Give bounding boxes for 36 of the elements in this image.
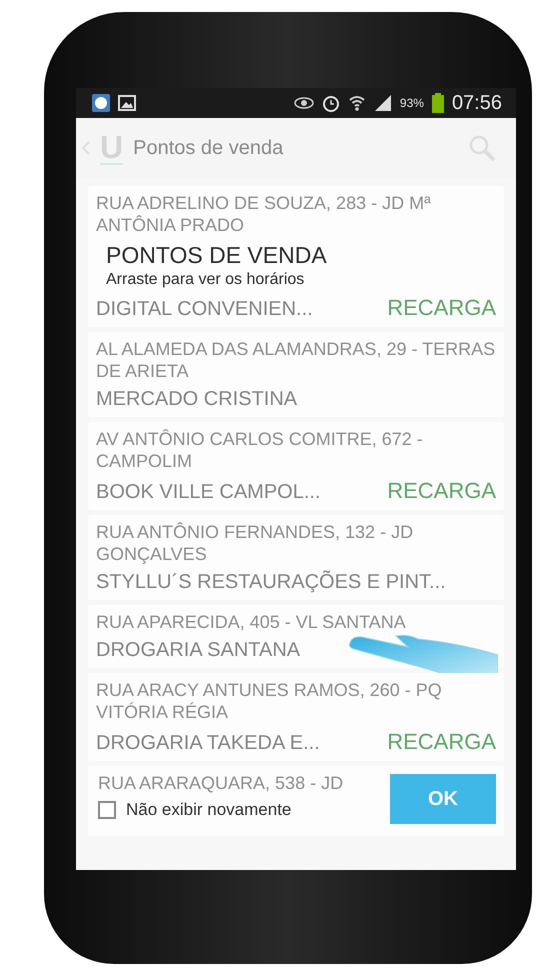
store-name: MERCADO CRISTINA xyxy=(96,388,298,411)
store-card[interactable]: AV ANTÔNIO CARLOS COMITRE, 672 - CAMPOLIM BOOK VILLE CAMPOL... RECARGA xyxy=(88,422,504,510)
coach-title: PONTOS DE VENDA xyxy=(106,242,328,269)
ok-button[interactable]: OK xyxy=(390,774,496,824)
battery-percent: 93% xyxy=(400,96,424,110)
battery-icon xyxy=(432,93,444,113)
store-name: DIGITAL CONVENIEN... xyxy=(96,298,313,321)
recharge-label: RECARGA xyxy=(387,478,496,504)
screen-title: Pontos de venda xyxy=(133,136,284,160)
coach-subtitle: Arraste para ver os horários xyxy=(106,271,306,289)
store-name: STYLLU´S RESTAURAÇÕES E PINT... xyxy=(96,571,446,594)
recharge-label: RECARGA xyxy=(387,295,496,321)
store-card[interactable]: AL ALAMEDA DAS ALAMANDRAS, 29 - TERRAS DE ARIETA MERCADO CRISTINA xyxy=(88,332,504,417)
clock-time: 07:56 xyxy=(452,92,502,114)
eye-icon xyxy=(294,97,314,109)
store-address: RUA ARACY ANTUNES RAMOS, 260 - PQ VITÓRIA RÉGIA xyxy=(96,679,443,723)
app-notification-icon xyxy=(92,94,110,112)
signal-icon xyxy=(374,95,392,111)
recharge-label: RECARGA xyxy=(387,729,496,755)
store-address: AL ALAMEDA DAS ALAMANDRAS, 29 - TERRAS DE ARIETA xyxy=(96,338,496,382)
store-address: RUA ANTÔNIO FERNANDES, 132 - JD GONÇALVES xyxy=(96,521,414,565)
image-icon xyxy=(118,95,136,111)
store-address: AV ANTÔNIO CARLOS COMITRE, 672 - CAMPOLIM xyxy=(96,428,424,472)
store-name: BOOK VILLE CAMPOL... xyxy=(96,481,321,504)
store-card[interactable]: RUA ARACY ANTUNES RAMOS, 260 - PQ VITÓRIA RÉGIA DROGARIA TAKEDA E... RECARGA xyxy=(88,673,504,761)
store-card[interactable]: RUA ANTÔNIO FERNANDES, 132 - JD GONÇALVES STYLLU´S RESTAURAÇÕES E PINT... xyxy=(88,515,504,600)
store-address: RUA ADRELINO DE SOUZA, 283 - JD Mª ANTÔNIA PRADO xyxy=(96,192,432,236)
store-address: RUA ARARAQUARA, 538 - JD xyxy=(98,772,344,794)
store-address: RUA APARECIDA, 405 - VL SANTANA xyxy=(96,611,407,633)
store-name: DROGARIA SANTANA xyxy=(96,639,300,662)
alarm-clock-icon xyxy=(322,94,340,112)
store-card[interactable]: RUA ADRELINO DE SOUZA, 283 - JD Mª ANTÔNIA PRADO PONTOS DE VENDA Arraste para ver os horários DIGITAL CONVENIEN... RECARGA xyxy=(88,186,504,327)
search-icon[interactable] xyxy=(468,134,496,162)
wifi-icon xyxy=(348,94,366,112)
store-name: DROGARIA TAKEDA E... xyxy=(96,732,320,755)
dont-show-again-checkbox[interactable]: Não exibir novamente xyxy=(98,800,380,820)
